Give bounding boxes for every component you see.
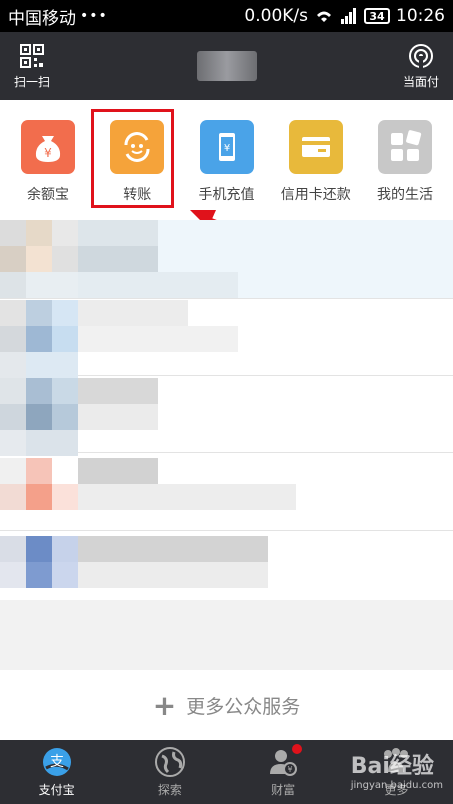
- battery-indicator: 34: [364, 8, 390, 24]
- app-my-life[interactable]: 我的生活: [361, 120, 449, 204]
- tab-label: 探索: [157, 783, 182, 797]
- blurred-content-area: [0, 220, 453, 600]
- grid-icon: [378, 120, 432, 174]
- status-right: 0.00K/s 34 10:26: [244, 6, 445, 26]
- baidu-watermark: Bai经验 jingyan.baidu.com: [351, 748, 443, 791]
- qr-code-icon: [20, 43, 44, 68]
- watermark-url: jingyan.baidu.com: [350, 780, 443, 791]
- tab-label: 财富: [271, 783, 296, 797]
- scan-label: 扫一扫: [14, 74, 51, 89]
- sound-wave-pay-icon: [408, 43, 433, 68]
- globe-icon: [154, 747, 185, 777]
- svg-text:¥: ¥: [223, 143, 229, 154]
- wifi-icon: [317, 11, 331, 22]
- svg-text:¥: ¥: [288, 765, 293, 774]
- plus-icon: +: [152, 688, 177, 722]
- account-name-blurred: [196, 51, 257, 81]
- pay-label: 当面付: [402, 74, 439, 89]
- tab-label: 支付宝: [38, 783, 75, 797]
- status-bar: 中国移动 ••• 0.00K/s 34 10:26: [0, 0, 453, 32]
- app-credit-card[interactable]: 信用卡还款: [272, 120, 360, 204]
- status-left: 中国移动 •••: [8, 4, 108, 29]
- highlight-box: [91, 109, 174, 208]
- top-bar: 扫一扫 当面付: [0, 32, 453, 100]
- signal-icon: [341, 8, 356, 24]
- notification-badge: [292, 744, 303, 754]
- tab-wealth[interactable]: ¥ 财富: [238, 744, 328, 798]
- app-phone-topup[interactable]: ¥ 手机充值: [183, 120, 271, 204]
- app-label: 我的生活: [377, 187, 433, 203]
- scan-button[interactable]: 扫一扫: [14, 43, 50, 90]
- notification-dots: •••: [80, 8, 108, 24]
- divider: [0, 530, 453, 531]
- app-yuebao[interactable]: ¥ 余额宝: [4, 120, 92, 204]
- empty-area: [0, 600, 453, 670]
- svg-text:¥: ¥: [44, 146, 52, 160]
- network-speed: 0.00K/s: [244, 6, 308, 26]
- tab-alipay[interactable]: 支 支付宝: [12, 746, 102, 798]
- app-label: 余额宝: [27, 187, 69, 203]
- watermark-text: Bai经验: [350, 754, 434, 779]
- more-services-label: 更多公众服务: [186, 695, 301, 718]
- more-services-button[interactable]: + 更多公众服务: [0, 670, 453, 740]
- divider: [0, 298, 453, 299]
- alipay-icon: 支: [42, 748, 71, 776]
- money-bag-icon: ¥: [21, 120, 75, 174]
- carrier-name: 中国移动: [8, 8, 76, 29]
- phone-topup-icon: ¥: [199, 120, 254, 174]
- svg-text:支: 支: [50, 754, 64, 770]
- credit-card-icon: [288, 120, 343, 174]
- tab-explore[interactable]: 探索: [125, 746, 215, 798]
- clock: 10:26: [396, 6, 445, 26]
- pay-in-person-button[interactable]: 当面付: [403, 43, 439, 90]
